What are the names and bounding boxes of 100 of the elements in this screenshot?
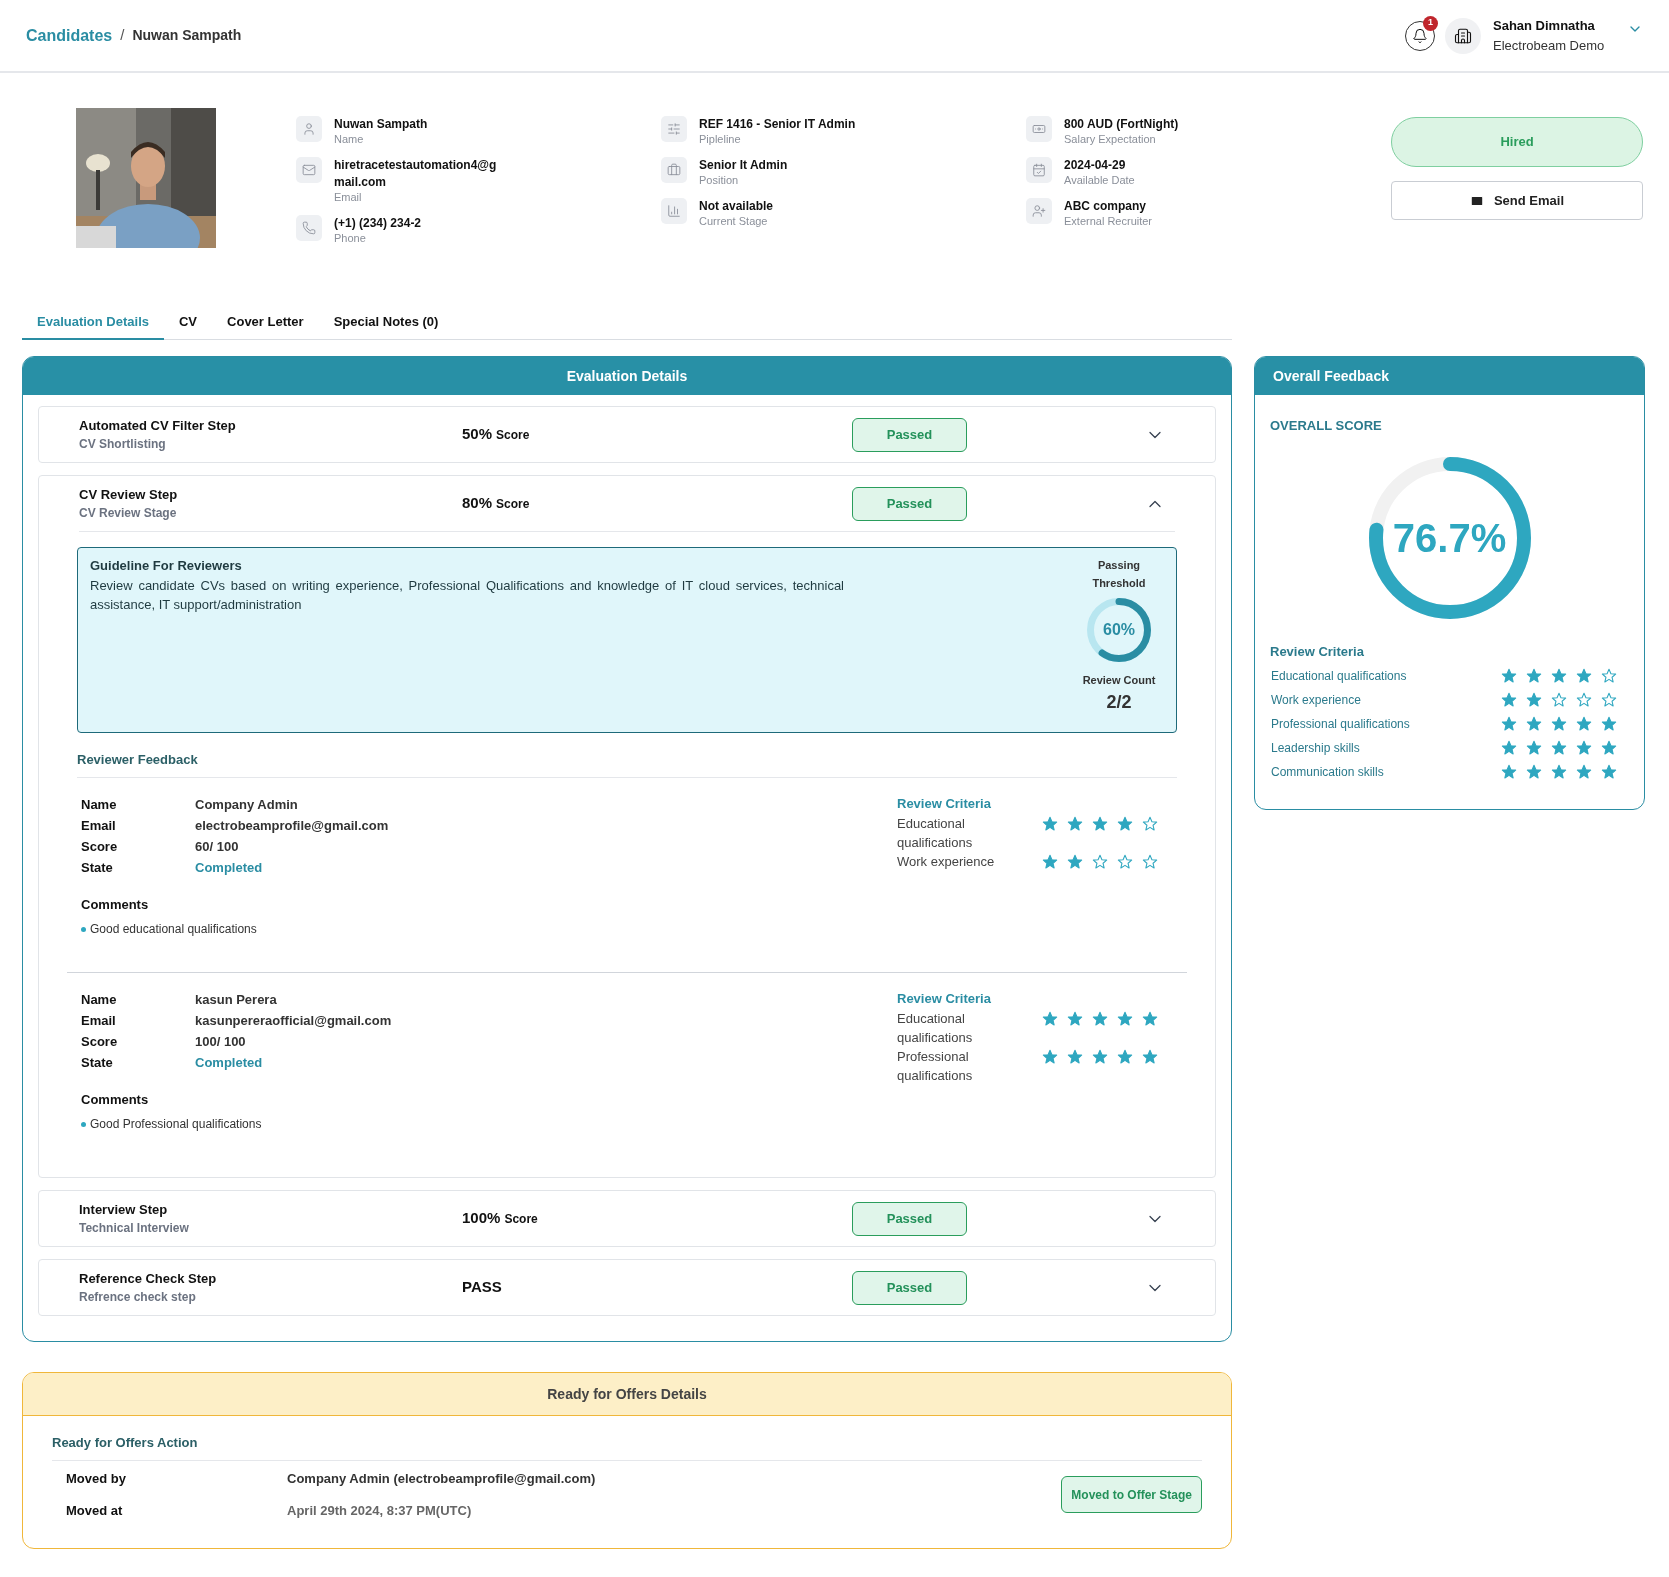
- section-title: Ready for Offers Action: [52, 1435, 198, 1450]
- star-icon: [1142, 1010, 1158, 1027]
- info-value: Senior It Admin: [699, 157, 789, 174]
- score-unit: Score: [496, 427, 530, 445]
- step-subtitle: CV Shortlisting: [79, 436, 167, 454]
- score-unit: Score: [504, 1211, 538, 1229]
- star-outline-icon: [1117, 853, 1133, 870]
- star-icon: [1042, 1010, 1058, 1027]
- info-value: 800 AUD (FortNight): [1064, 116, 1180, 133]
- comments-label: Comments: [81, 1092, 149, 1107]
- info-value: ABC company: [1064, 198, 1147, 215]
- star-outline-icon: [1576, 692, 1592, 708]
- guideline-title: Guideline For Reviewers: [90, 557, 243, 575]
- step-subtitle: Refrence check step: [79, 1289, 197, 1307]
- card-header: Evaluation Details: [23, 357, 1231, 395]
- star-outline-icon: [1601, 692, 1617, 708]
- field-label: Name: [81, 990, 118, 1009]
- criteria-title: Review Criteria: [897, 990, 992, 1008]
- person-plus-icon: [1026, 198, 1052, 224]
- info-value: Nuwan Sampath: [334, 116, 429, 133]
- field-value: 60/ 100: [195, 837, 239, 856]
- status-badge: Passed: [852, 417, 967, 452]
- send-email-button[interactable]: Send Email: [1391, 181, 1643, 220]
- breadcrumb-link[interactable]: Candidates: [26, 23, 113, 48]
- star-icon: [1092, 1010, 1108, 1027]
- star-icon: [1501, 716, 1517, 732]
- criteria-name: Educational qualifications: [1270, 668, 1408, 685]
- bullet-icon: [81, 1121, 86, 1127]
- star-icon: [1601, 716, 1617, 732]
- star-icon: [1117, 1048, 1133, 1065]
- step-score: PASS: [462, 1277, 502, 1298]
- bullet-icon: [81, 926, 86, 932]
- briefcase-icon: [661, 157, 687, 183]
- state-value: Completed: [195, 858, 263, 877]
- star-outline-icon: [1142, 853, 1158, 870]
- star-icon: [1551, 668, 1567, 684]
- star-icon: [1117, 1010, 1133, 1027]
- field-label: State: [81, 1053, 114, 1072]
- star-icon: [1526, 668, 1542, 684]
- status-badge: Passed: [852, 1270, 967, 1305]
- tab[interactable]: CV: [164, 305, 213, 339]
- building-icon: [1445, 17, 1481, 54]
- threshold-ring: [1087, 598, 1151, 662]
- field-label: Email: [81, 1011, 117, 1030]
- section-title: Reviewer Feedback: [77, 752, 198, 767]
- criteria-name: Educational qualifications: [897, 814, 974, 852]
- info-label: External Recruiter: [1064, 215, 1154, 227]
- star-icon: [1551, 740, 1567, 756]
- star-icon: [1501, 668, 1517, 684]
- stage-badge: Moved to Offer Stage: [1061, 1476, 1202, 1513]
- criteria-name: Professional qualifications: [1270, 716, 1411, 733]
- row-value: Company Admin (electrobeamprofile@gmail.com): [287, 1470, 596, 1488]
- star-icon: [1576, 740, 1592, 756]
- state-value: Completed: [195, 1053, 263, 1072]
- breadcrumb-separator: /: [120, 25, 125, 46]
- card-header: Overall Feedback: [1255, 357, 1644, 395]
- star-icon: [1067, 815, 1083, 832]
- field-label: Name: [81, 795, 118, 814]
- star-outline-icon: [1092, 853, 1108, 870]
- step-score: 100%: [462, 1208, 501, 1229]
- field-value: 100/ 100: [195, 1032, 246, 1051]
- star-icon: [1576, 716, 1592, 732]
- info-label: Pipleline: [699, 133, 742, 145]
- star-icon: [1576, 764, 1592, 780]
- info-value: hiretracetestautomation4@gmail.com: [334, 157, 498, 191]
- info-value: (+1) (234) 234-2: [334, 215, 423, 232]
- star-icon: [1576, 668, 1592, 684]
- sliders-icon: [661, 116, 687, 142]
- field-value: electrobeamprofile@gmail.com: [195, 816, 389, 835]
- field-value: Company Admin: [195, 795, 298, 814]
- star-icon: [1067, 853, 1083, 870]
- field-label: State: [81, 858, 114, 877]
- criteria-name: Leadership skills: [1270, 740, 1361, 757]
- tab[interactable]: Special Notes (0): [318, 305, 454, 339]
- criteria-name: Work experience: [897, 852, 996, 871]
- info-label: Email: [334, 191, 363, 203]
- user-name: Sahan Dimnatha: [1493, 17, 1596, 35]
- star-icon: [1526, 716, 1542, 732]
- star-icon: [1117, 815, 1133, 832]
- star-icon: [1601, 764, 1617, 780]
- tab[interactable]: Evaluation Details: [22, 305, 164, 340]
- tab[interactable]: Cover Letter: [212, 305, 319, 339]
- comment-text: Good educational qualifications: [90, 921, 257, 938]
- overall-score: 76.7%: [1392, 518, 1507, 558]
- star-icon: [1501, 692, 1517, 708]
- star-icon: [1042, 853, 1058, 870]
- star-icon: [1067, 1010, 1083, 1027]
- info-label: Position: [699, 174, 740, 186]
- criteria-name: Communication skills: [1270, 764, 1385, 781]
- step-title: Interview Step: [79, 1200, 169, 1219]
- star-icon: [1501, 764, 1517, 780]
- star-icon: [1601, 740, 1617, 756]
- criteria-name: Educational qualifications: [897, 1009, 974, 1047]
- criteria-name: Work experience: [1270, 692, 1362, 709]
- star-icon: [1142, 1048, 1158, 1065]
- star-icon: [1526, 764, 1542, 780]
- info-label: Salary Expectation: [1064, 133, 1157, 145]
- step-subtitle: CV Review Stage: [79, 505, 178, 523]
- row-value: April 29th 2024, 8:37 PM(UTC): [287, 1501, 472, 1520]
- star-outline-icon: [1551, 692, 1567, 708]
